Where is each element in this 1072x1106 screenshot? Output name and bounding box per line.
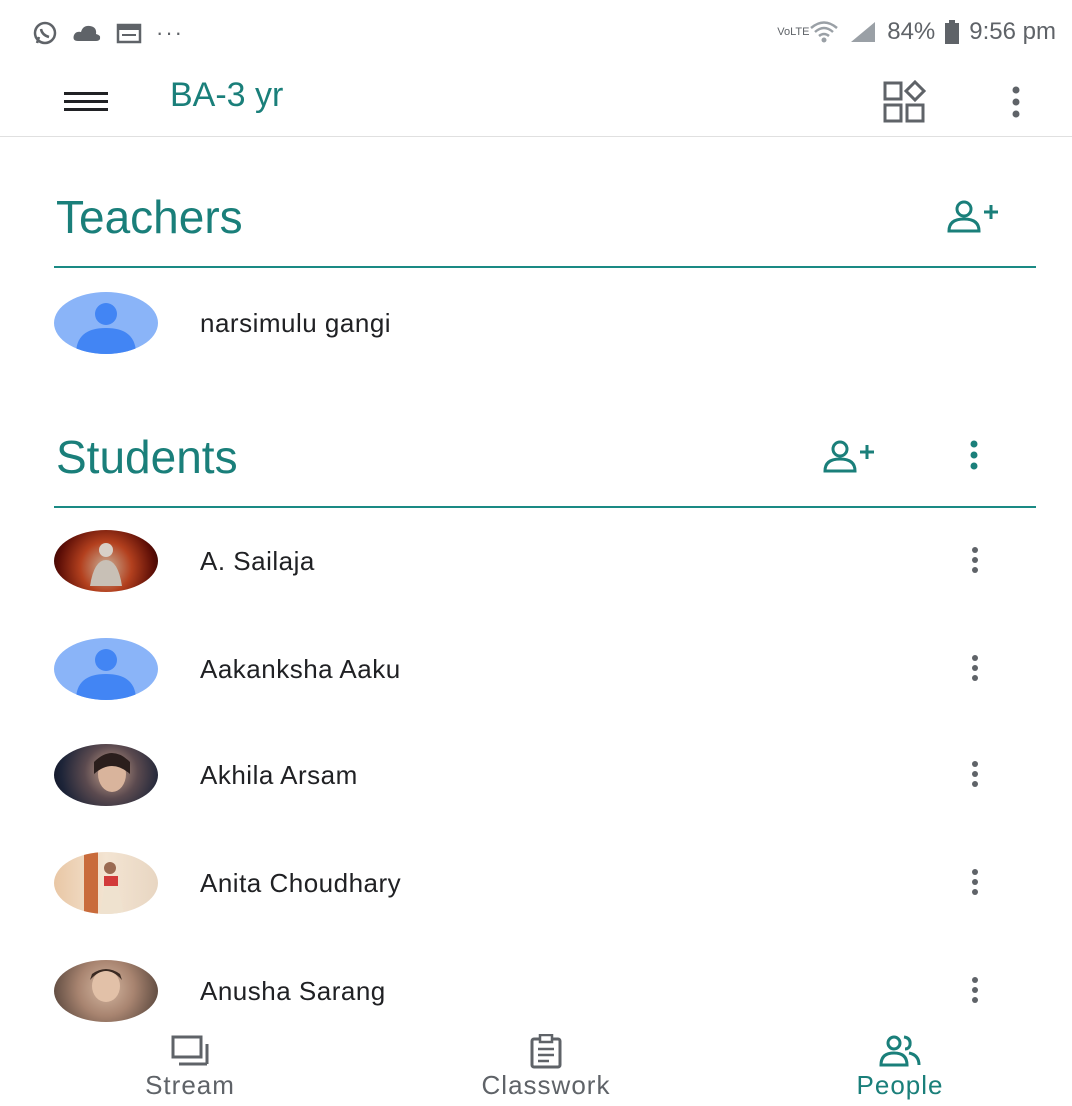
status-notifications: ··· — [32, 20, 184, 46]
teacher-name: narsimulu gangi — [200, 308, 392, 338]
students-title: Students — [56, 431, 238, 483]
tab-people-label: People — [856, 1070, 944, 1100]
more-notifications-icon: ··· — [156, 20, 184, 45]
students-divider — [54, 506, 1036, 508]
student-more-icon[interactable] — [960, 970, 990, 1010]
whatsapp-icon — [33, 21, 57, 45]
student-row[interactable]: A. Sailaja — [0, 510, 1072, 610]
stream-icon — [171, 1035, 209, 1066]
teachers-title: Teachers — [56, 191, 243, 243]
default-avatar — [54, 638, 158, 700]
student-name: Anita Choudhary — [200, 868, 402, 898]
classwork-icon — [530, 1034, 562, 1069]
photo-avatar — [54, 530, 158, 592]
teachers-divider — [54, 266, 1036, 268]
class-settings-icon[interactable] — [882, 79, 928, 129]
tab-stream-label: Stream — [145, 1070, 235, 1100]
student-row[interactable]: Akhila Arsam — [0, 724, 1072, 824]
status-bar: ··· VoLTE 84% 9:56 pm — [0, 0, 1072, 70]
menu-icon[interactable] — [62, 84, 110, 120]
overflow-menu-icon[interactable] — [1004, 80, 1028, 129]
default-avatar — [54, 292, 158, 354]
volte-icon: VoLTE — [777, 25, 810, 38]
photo-avatar — [54, 960, 158, 1022]
students-more-icon[interactable] — [962, 436, 986, 481]
student-name: Anusha Sarang — [200, 976, 386, 1006]
signal-icon — [851, 22, 876, 42]
student-more-icon[interactable] — [960, 754, 990, 794]
tab-classwork[interactable]: Classwork — [436, 1024, 656, 1106]
calendar-icon — [116, 23, 142, 44]
student-name: Akhila Arsam — [200, 760, 358, 790]
status-indicators: VoLTE 84% 9:56 pm — [777, 18, 1056, 46]
invite-teacher-icon[interactable] — [946, 200, 1002, 239]
bottom-navigation: Stream Classwork People — [0, 1024, 1072, 1106]
status-time: 9:56 pm — [969, 18, 1056, 45]
student-row[interactable]: Aakanksha Aaku — [0, 618, 1072, 718]
tab-people[interactable]: People — [790, 1024, 1010, 1106]
cloud-icon — [73, 25, 101, 41]
teacher-row[interactable]: narsimulu gangi — [0, 272, 1072, 372]
wifi-icon — [810, 21, 839, 43]
invite-student-icon[interactable] — [822, 440, 878, 479]
people-icon — [879, 1035, 921, 1067]
photo-avatar — [54, 744, 158, 806]
tab-stream[interactable]: Stream — [80, 1024, 300, 1106]
battery-percent: 84% — [887, 18, 936, 45]
student-name: Aakanksha Aaku — [200, 654, 401, 684]
student-name: A. Sailaja — [200, 546, 315, 576]
student-more-icon[interactable] — [960, 648, 990, 688]
student-more-icon[interactable] — [960, 540, 990, 580]
battery-icon — [945, 20, 960, 44]
app-bar: BA-3 yr — [0, 70, 1072, 137]
student-more-icon[interactable] — [960, 862, 990, 902]
class-title: BA-3 yr — [170, 76, 284, 114]
student-row[interactable]: Anita Choudhary — [0, 832, 1072, 932]
tab-classwork-label: Classwork — [481, 1070, 611, 1100]
photo-avatar — [54, 852, 158, 914]
